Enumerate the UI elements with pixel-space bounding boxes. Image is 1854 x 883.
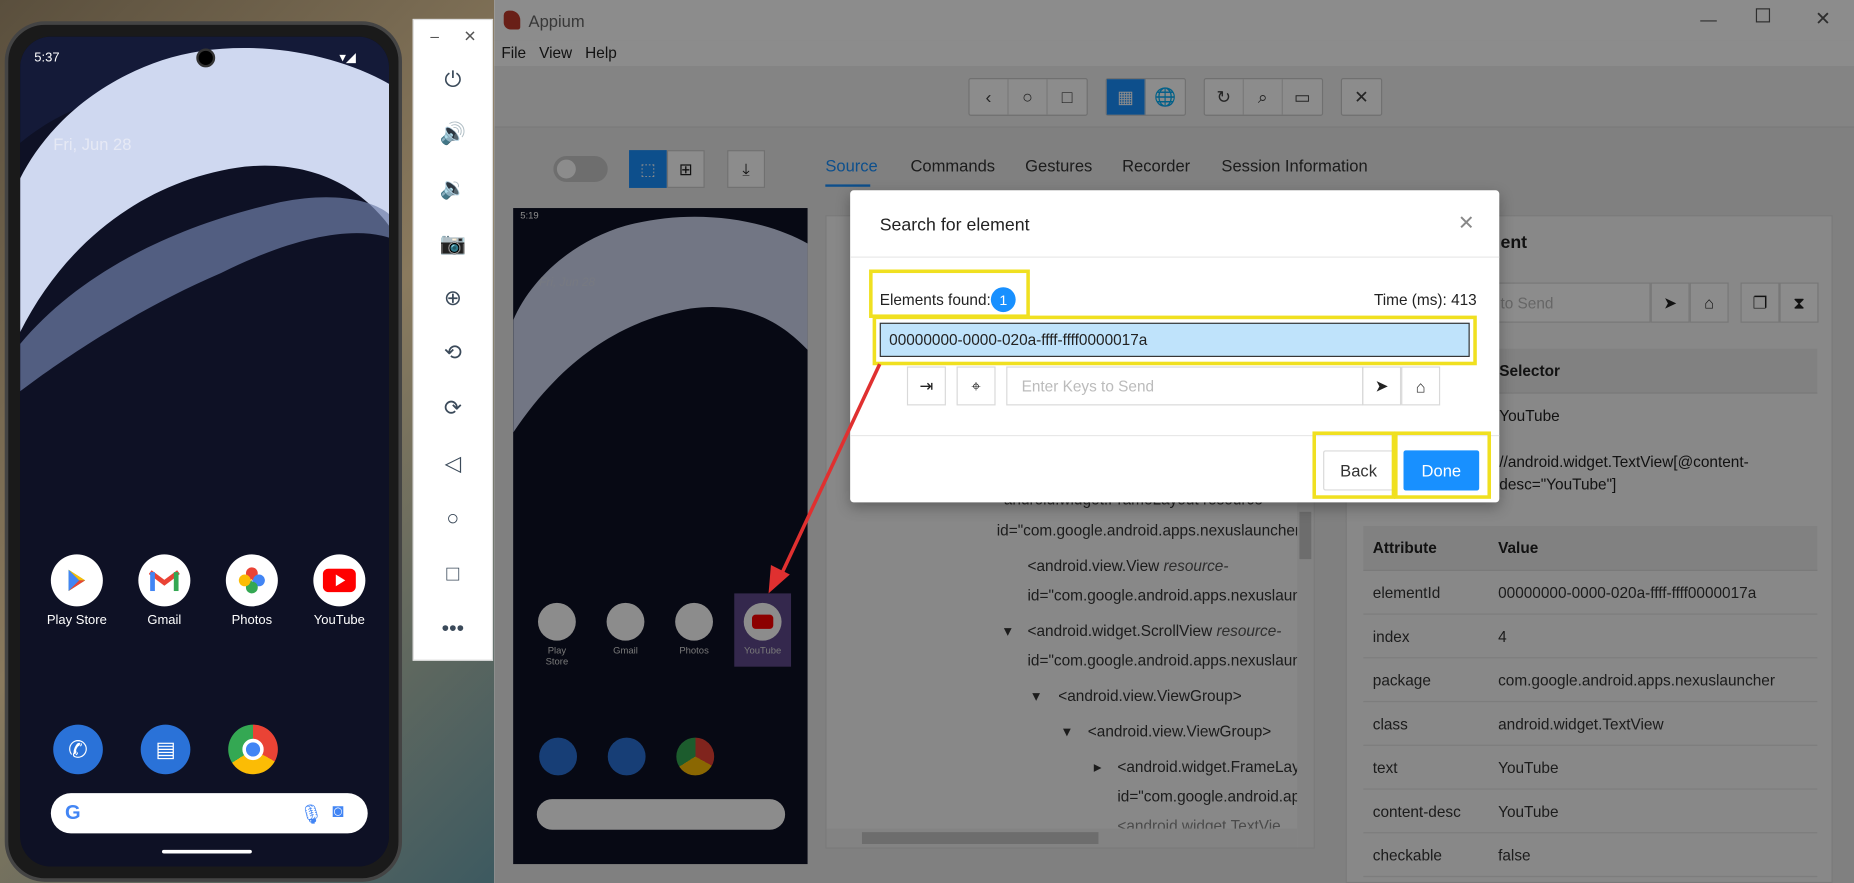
search-for-element-dialog: Search for element ✕ Elements found: 1 T… — [850, 190, 1500, 503]
gmail-icon — [138, 554, 191, 607]
chrome-icon[interactable] — [228, 724, 278, 775]
close-icon[interactable]: ✕ — [1458, 212, 1475, 236]
microphone-icon[interactable]: 🎙 — [299, 803, 323, 827]
zoom-in-icon[interactable]: ⊕ — [437, 283, 468, 314]
status-time: 5:37 — [34, 50, 60, 66]
phone-screen[interactable]: 5:37 ▾◢ Fri, Jun 28 Play Store Gmail Pho… — [20, 36, 390, 867]
tap-element-icon[interactable]: ⇥ — [906, 366, 946, 406]
highlight-box-done — [1394, 431, 1492, 499]
rotate-right-icon[interactable]: ⟳ — [437, 392, 468, 423]
power-icon[interactable]: ⏻ — [437, 64, 468, 95]
send-keys-icon[interactable]: ➤ — [1362, 366, 1402, 406]
locate-element-icon[interactable]: ⌖ — [956, 366, 996, 406]
google-search-bar[interactable]: G 🎙 ◙ — [50, 793, 368, 834]
highlight-box-count — [869, 269, 1030, 318]
app-label: YouTube — [313, 613, 365, 628]
emulator-toolbar: – ✕ ⏻ 🔊 🔉 📷 ⊕ ⟲ ⟳ ◁ ○ □ ••• — [412, 18, 494, 661]
camera-cutout — [196, 48, 216, 68]
overview-icon[interactable]: □ — [437, 558, 468, 589]
youtube-icon — [313, 554, 366, 607]
highlight-box-element — [872, 315, 1477, 366]
close-button[interactable]: ✕ — [464, 27, 477, 46]
annotation-arrow-icon — [768, 363, 882, 594]
app-photos[interactable]: Photos — [216, 554, 287, 628]
home-date: Fri, Jun 28 — [53, 134, 132, 154]
phone-icon[interactable]: ✆ — [53, 724, 103, 775]
dialog-title: Search for element — [879, 215, 1030, 236]
lens-icon[interactable]: ◙ — [332, 801, 343, 822]
minimize-button[interactable]: – — [430, 27, 439, 45]
emulator-phone: 5:37 ▾◢ Fri, Jun 28 Play Store Gmail Pho… — [4, 21, 403, 882]
rotate-left-icon[interactable]: ⟲ — [437, 337, 468, 368]
home-icon[interactable]: ○ — [437, 502, 468, 533]
highlight-box-back — [1312, 431, 1396, 499]
app-play-store[interactable]: Play Store — [41, 554, 112, 628]
app-label: Play Store — [46, 613, 107, 628]
divider — [850, 256, 1500, 258]
volume-up-icon[interactable]: 🔊 — [437, 118, 468, 149]
clear-keys-icon[interactable]: ⌂ — [1401, 366, 1441, 406]
app-gmail[interactable]: Gmail — [129, 554, 200, 628]
play-store-icon — [50, 554, 103, 607]
wifi-icon: ▾◢ — [339, 50, 356, 66]
app-youtube[interactable]: YouTube — [304, 554, 375, 628]
app-label: Photos — [231, 613, 273, 628]
gesture-bar[interactable] — [161, 849, 252, 854]
photos-icon — [225, 554, 278, 607]
enter-keys-input[interactable]: Enter Keys to Send — [1006, 366, 1364, 406]
messages-icon[interactable]: ▤ — [140, 724, 191, 775]
more-icon[interactable]: ••• — [437, 612, 468, 643]
volume-down-icon[interactable]: 🔉 — [437, 173, 468, 204]
camera-icon[interactable]: 📷 — [437, 228, 468, 259]
back-icon[interactable]: ◁ — [437, 448, 468, 479]
google-icon: G — [65, 801, 81, 824]
search-time: Time (ms): 413 — [1373, 290, 1477, 309]
app-label: Gmail — [147, 613, 182, 628]
